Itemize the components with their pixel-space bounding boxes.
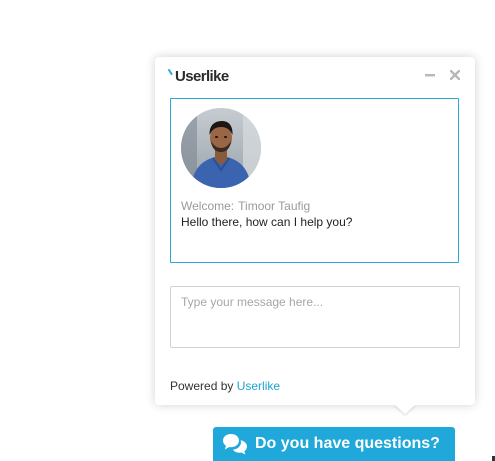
userlike-logo-icon bbox=[167, 68, 177, 84]
chat-bubbles-icon bbox=[223, 434, 247, 455]
welcome-prefix: Welcome: bbox=[181, 199, 235, 213]
message-input[interactable] bbox=[171, 287, 459, 347]
brand-name: Userlike bbox=[175, 67, 229, 85]
questions-button[interactable]: Do you have questions? bbox=[213, 427, 455, 461]
close-icon bbox=[450, 70, 460, 80]
powered-by-link[interactable]: Userlike bbox=[237, 379, 280, 393]
close-button[interactable] bbox=[449, 69, 461, 81]
chat-widget: Userlike Welcome: Timoor Taufig Hello th… bbox=[155, 57, 475, 405]
powered-by: Powered by Userlike bbox=[170, 379, 280, 393]
minimize-icon bbox=[425, 74, 435, 77]
conversation-panel: Welcome: Timoor Taufig Hello there, how … bbox=[170, 98, 459, 263]
powered-by-label: Powered by bbox=[170, 379, 234, 393]
message-input-box[interactable] bbox=[170, 286, 460, 348]
operator-name: Timoor Taufig bbox=[238, 199, 311, 213]
userlike-logo: Userlike bbox=[167, 67, 229, 85]
widget-pointer bbox=[394, 404, 416, 414]
chat-header: Userlike bbox=[155, 57, 475, 95]
questions-button-label: Do you have questions? bbox=[255, 435, 440, 452]
page: Userlike Welcome: Timoor Taufig Hello th… bbox=[0, 0, 495, 461]
minimize-button[interactable] bbox=[424, 69, 436, 81]
welcome-line: Welcome: Timoor Taufig bbox=[181, 199, 310, 213]
operator-message: Hello there, how can I help you? bbox=[181, 215, 353, 229]
operator-avatar bbox=[181, 108, 261, 188]
